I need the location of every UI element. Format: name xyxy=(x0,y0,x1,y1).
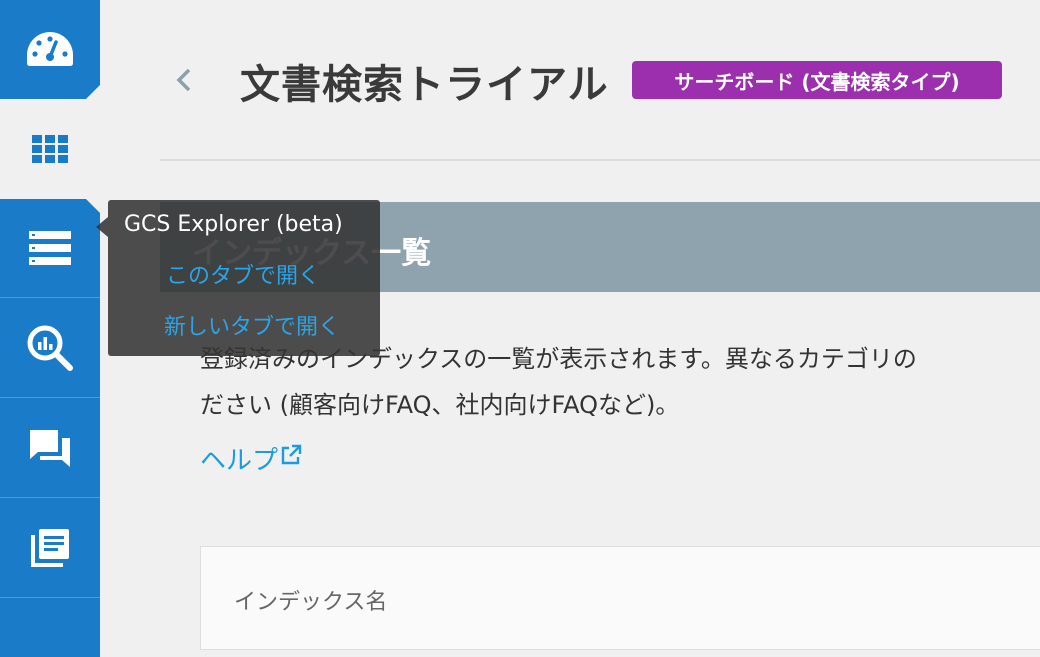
external-link-icon xyxy=(281,444,302,465)
tooltip-arrow xyxy=(96,217,108,237)
search-analytics-icon xyxy=(27,325,73,371)
sidebar-item-apps[interactable] xyxy=(0,99,100,199)
sidebar-item-library[interactable] xyxy=(0,499,100,598)
column-header-index-name: インデックス名 xyxy=(234,590,388,615)
sidebar xyxy=(0,0,100,657)
sidebar-item-gcs-explorer[interactable] xyxy=(0,199,100,298)
back-button[interactable] xyxy=(170,62,198,98)
dashboard-icon xyxy=(27,31,73,66)
library-icon xyxy=(31,529,69,567)
chat-icon xyxy=(30,430,70,467)
sidebar-item-search-analytics[interactable] xyxy=(0,299,100,398)
open-in-new-tab-link[interactable]: 新しいタブで開く xyxy=(164,309,340,341)
header-divider xyxy=(160,159,1040,161)
help-link[interactable]: ヘルプ xyxy=(200,440,302,477)
sidebar-filler xyxy=(0,599,100,657)
description-line-2: ださい (顧客向けFAQ、社内向けFAQなど)。 xyxy=(200,391,680,419)
open-in-this-tab-link[interactable]: このタブで開く xyxy=(166,258,320,290)
board-type-badge: サーチボード (文書検索タイプ) xyxy=(632,61,1002,99)
sidebar-item-dashboard[interactable] xyxy=(0,0,100,99)
grid-icon xyxy=(32,135,68,163)
tooltip-title: GCS Explorer (beta) xyxy=(124,212,343,237)
page-title: 文書検索トライアル xyxy=(240,62,609,108)
sidebar-item-chat[interactable] xyxy=(0,399,100,498)
list-icon xyxy=(29,231,71,265)
chevron-left-icon xyxy=(176,68,191,92)
help-link-label: ヘルプ xyxy=(200,446,279,476)
